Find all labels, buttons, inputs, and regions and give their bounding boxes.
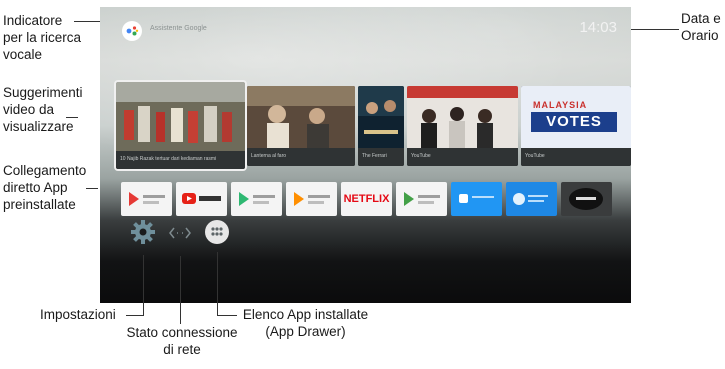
callout-voice-indicator: Indicatore per la ricerca vocale [3, 12, 81, 63]
video-tile-2-caption: Lanterna al faro [251, 153, 287, 159]
callout-apps-line2: diretto App [3, 180, 68, 195]
video-tile-5[interactable]: MALAYSIA VOTES YouTube [521, 86, 631, 166]
app-netflix[interactable]: NETFLIX [341, 182, 392, 216]
votes-banner-main: VOTES [531, 112, 617, 132]
callout-voice-line3: vocale [3, 47, 43, 62]
network-arrows-icon [169, 227, 191, 239]
callout-suggestions-line3: visualizzare [3, 119, 74, 134]
live-channels-icon [459, 194, 494, 203]
callout-drawer-line2: (App Drawer) [265, 324, 346, 339]
app-live-channels[interactable] [451, 182, 502, 216]
leader-drawer-v [217, 252, 218, 316]
leader-drawer-h [217, 315, 237, 316]
callout-datetime: Data e Orario [681, 10, 721, 44]
callout-suggestions-line2: video da [3, 102, 55, 117]
callout-datetime-line2: Orario [681, 28, 719, 43]
votes-banner-top: MALAYSIA [533, 100, 588, 110]
votes-banner: MALAYSIA VOTES [521, 86, 631, 148]
gear-icon [131, 220, 155, 244]
callout-network-line1: Stato connessione [126, 325, 238, 340]
video-tile-5-caption: YouTube [525, 153, 545, 159]
app-grid-icon [205, 220, 229, 244]
app-photos-videos[interactable] [506, 182, 557, 216]
callout-apps-line3: preinstallate [3, 197, 76, 212]
leader-settings-h [126, 315, 143, 316]
play-movies-icon [129, 192, 165, 206]
app-youtube[interactable] [176, 182, 227, 216]
callout-voice-line1: Indicatore [3, 13, 63, 28]
video-thumbnail-4 [407, 86, 518, 148]
callout-suggestions-line1: Suggerimenti [3, 85, 83, 100]
callout-app-drawer: Elenco App installate (App Drawer) [238, 306, 373, 340]
callout-voice-line2: per la ricerca [3, 30, 82, 45]
leader-suggestions [66, 117, 78, 118]
callout-network: Stato connessione di rete [117, 324, 247, 358]
leader-network [180, 256, 181, 324]
callout-datetime-line1: Data e [681, 11, 721, 26]
settings-button[interactable] [130, 219, 156, 250]
app-drawer-button[interactable] [204, 219, 230, 250]
photos-videos-icon [513, 193, 548, 205]
app-aptoide[interactable] [561, 182, 612, 216]
search-hint-text: Assistente Google [150, 25, 207, 32]
callout-apps-line1: Collegamento [3, 163, 87, 178]
assistant-mic-icon[interactable] [122, 21, 142, 41]
app-play-store[interactable] [231, 182, 282, 216]
netflix-label: NETFLIX [343, 193, 390, 205]
leader-apps [86, 188, 98, 189]
video-tile-1-caption: 10 Najib Razak tertuar dari kediaman ras… [120, 156, 217, 162]
leader-settings-v [143, 255, 144, 316]
video-tile-1[interactable]: 10 Najib Razak tertuar dari kediaman ras… [114, 80, 247, 171]
video-tile-2[interactable]: Lanterna al faro [247, 86, 355, 166]
callout-preinstalled-apps: Collegamento diretto App preinstallate [3, 162, 86, 213]
youtube-icon [182, 193, 221, 204]
video-thumbnail-3 [358, 86, 404, 148]
video-thumbnail-1 [116, 82, 245, 151]
aptoide-icon [569, 188, 603, 210]
video-tile-4[interactable]: YouTube [407, 86, 518, 166]
callout-settings: Impostazioni [40, 307, 116, 322]
app-play-music[interactable] [286, 182, 337, 216]
video-tile-3[interactable]: The Ferrari [358, 86, 404, 166]
video-tile-3-caption: The Ferrari [362, 153, 387, 159]
app-play-games[interactable] [396, 182, 447, 216]
video-tile-4-caption: YouTube [411, 153, 431, 159]
play-music-icon [294, 192, 330, 206]
callout-video-suggestions: Suggerimenti video da visualizzare [3, 84, 83, 135]
video-thumbnail-2 [247, 86, 355, 148]
callout-network-line2: di rete [163, 342, 201, 357]
clock: 14:03 [579, 19, 617, 36]
callout-drawer-line1: Elenco App installate [242, 307, 369, 322]
network-status-button[interactable] [168, 225, 192, 246]
app-play-movies[interactable] [121, 182, 172, 216]
play-games-icon [404, 192, 440, 206]
play-store-icon [239, 192, 275, 206]
